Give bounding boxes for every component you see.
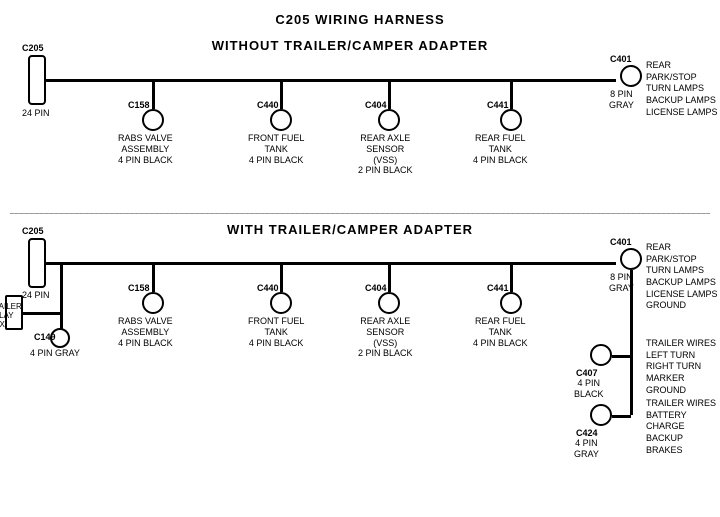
c441-circle-s2 (500, 292, 522, 314)
c205-pin-s2: 24 PIN (22, 290, 50, 301)
c205-label-s1: C205 (22, 43, 44, 54)
relay-box-label: TRAILERRELAYBOX (0, 302, 6, 330)
c407-line-h (612, 355, 631, 358)
c401-pin-s1: 8 PINGRAY (609, 89, 634, 111)
diagram-area: C205 WIRING HARNESS WITHOUT TRAILER/CAMP… (0, 0, 720, 500)
c441-circle-s1 (500, 109, 522, 131)
c404-label-s2: C404 (365, 283, 387, 294)
c158-circle-s1 (142, 109, 164, 131)
c440-label-s2: C440 (257, 283, 279, 294)
c407-pin: 4 PINBLACK (574, 378, 604, 400)
c404-desc-s2: REAR AXLESENSOR(VSS)2 PIN BLACK (358, 316, 413, 359)
c404-desc-s1: REAR AXLESENSOR(VSS)2 PIN BLACK (358, 133, 413, 176)
main-line-s2 (46, 262, 616, 265)
section2-label: WITH TRAILER/CAMPER ADAPTER (80, 222, 620, 237)
c158-desc-s1: RABS VALVEASSEMBLY4 PIN BLACK (118, 133, 173, 165)
c440-label-s1: C440 (257, 100, 279, 111)
c401-desc-s2: REAR PARK/STOPTURN LAMPSBACKUP LAMPSLICE… (646, 242, 720, 312)
c401-label-s1: C401 (610, 54, 632, 65)
c149-pin: 4 PIN GRAY (30, 348, 80, 359)
c401-desc-s1: REAR PARK/STOPTURN LAMPSBACKUP LAMPSLICE… (646, 60, 720, 118)
c440-circle-s2 (270, 292, 292, 314)
c407-desc: TRAILER WIRESLEFT TURNRIGHT TURNMARKERGR… (646, 338, 716, 396)
c158-label-s1: C158 (128, 100, 150, 111)
c441-label-s2: C441 (487, 283, 509, 294)
c441-desc-s2: REAR FUELTANK4 PIN BLACK (473, 316, 528, 348)
c424-line-h (612, 415, 631, 418)
c404-circle-s1 (378, 109, 400, 131)
c401-circle-s1 (620, 65, 642, 87)
c424-desc: TRAILER WIRESBATTERY CHARGEBACKUPBRAKES (646, 398, 720, 456)
page-title: C205 WIRING HARNESS (0, 4, 720, 31)
c158-circle-s2 (142, 292, 164, 314)
c158-line-s2 (152, 262, 155, 292)
c404-line-s2 (388, 262, 391, 292)
c401-circle-s2 (620, 248, 642, 270)
c440-desc-s2: FRONT FUELTANK4 PIN BLACK (248, 316, 304, 348)
c205-pin-s1: 24 PIN (22, 108, 50, 119)
relay-line-v (60, 262, 63, 312)
c424-circle (590, 404, 612, 426)
c407-circle (590, 344, 612, 366)
c440-circle-s1 (270, 109, 292, 131)
c441-desc-s1: REAR FUELTANK4 PIN BLACK (473, 133, 528, 165)
c441-line-s1 (510, 79, 513, 109)
c149-label: C149 (34, 332, 56, 343)
c440-line-s2 (280, 262, 283, 292)
c401-label-s2: C401 (610, 237, 632, 248)
c441-line-s2 (510, 262, 513, 292)
c404-label-s1: C404 (365, 100, 387, 111)
c149-line-v (60, 312, 63, 329)
c404-circle-s2 (378, 292, 400, 314)
c440-desc-s1: FRONT FUELTANK4 PIN BLACK (248, 133, 304, 165)
main-line-s1 (46, 79, 616, 82)
c441-label-s1: C441 (487, 100, 509, 111)
c205-rect-s1 (28, 55, 46, 105)
c205-rect-s2 (28, 238, 46, 288)
c158-label-s2: C158 (128, 283, 150, 294)
section-divider (10, 213, 710, 214)
c158-desc-s2: RABS VALVEASSEMBLY4 PIN BLACK (118, 316, 173, 348)
right-branch-v (630, 270, 633, 415)
c424-pin: 4 PINGRAY (574, 438, 599, 460)
c404-line-s1 (388, 79, 391, 109)
c440-line-s1 (280, 79, 283, 109)
relay-line-h (20, 312, 62, 315)
c158-line-s1 (152, 79, 155, 109)
c205-label-s2: C205 (22, 226, 44, 237)
section1-label: WITHOUT TRAILER/CAMPER ADAPTER (80, 38, 620, 53)
